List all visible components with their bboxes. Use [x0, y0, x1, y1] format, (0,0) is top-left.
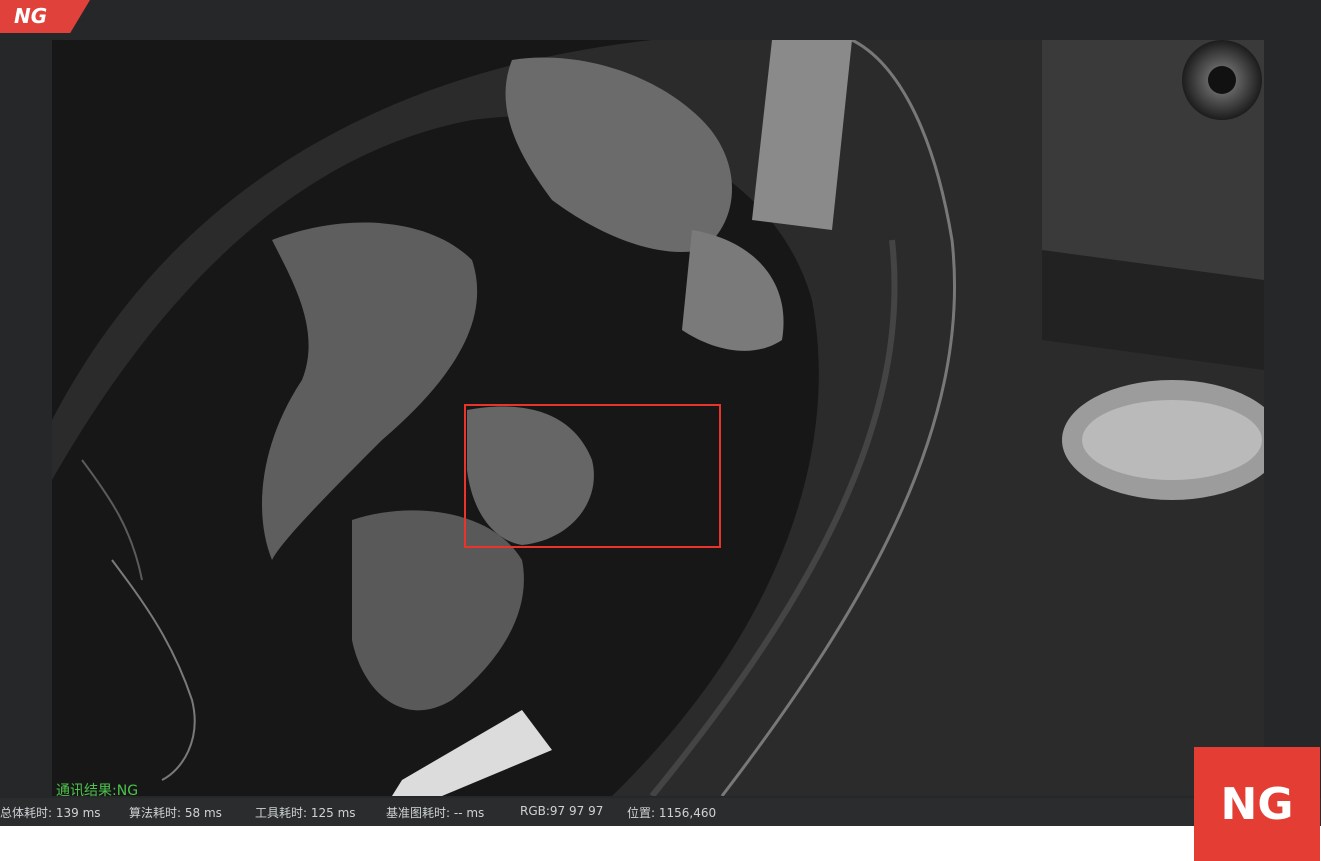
result-tag-label: NG	[14, 4, 48, 28]
ng-result-badge: NG	[1194, 747, 1320, 861]
position-readout: 位置: 1156,460	[627, 806, 717, 820]
algorithm-time: 算法耗时: 58 ms	[129, 806, 222, 820]
total-time: 总体耗时: 139 ms	[0, 806, 101, 820]
status-bar: 总体耗时: 139 ms 算法耗时: 58 ms 工具耗时: 125 ms 基准…	[0, 798, 1321, 826]
tool-time: 工具耗时: 125 ms	[255, 806, 356, 820]
defect-roi-box	[464, 404, 721, 548]
rgb-readout: RGB:97 97 97	[520, 804, 604, 818]
camera-image-viewport[interactable]	[52, 40, 1264, 796]
comm-result-label: 通讯结果:NG	[56, 783, 139, 799]
bottom-strip	[0, 826, 1321, 861]
result-tag-banner: NG	[0, 0, 90, 33]
base-image-time: 基准图耗时: -- ms	[386, 806, 485, 820]
